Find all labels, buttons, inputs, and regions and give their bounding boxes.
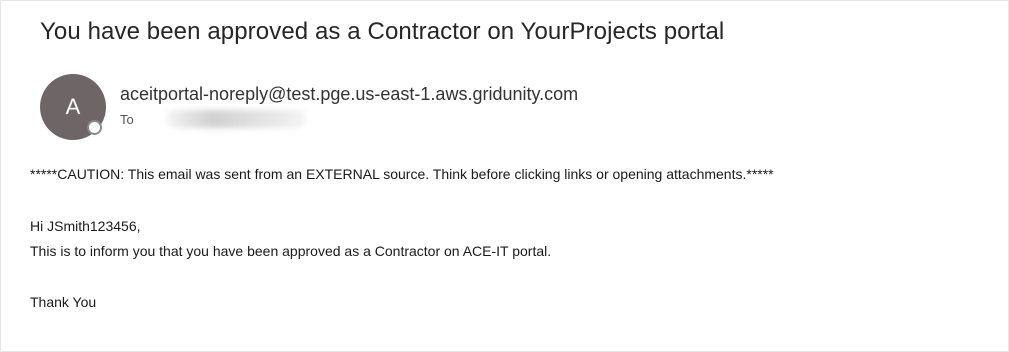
email-subject: You have been approved as a Contractor o… xyxy=(40,18,725,45)
sender-address[interactable]: aceitportal-noreply@test.pge.us-east-1.a… xyxy=(120,84,578,105)
closing-line: Thank You xyxy=(30,294,97,310)
presence-status-icon xyxy=(87,120,102,135)
caution-banner: *****CAUTION: This email was sent from a… xyxy=(30,166,774,182)
message-line: This is to inform you that you have been… xyxy=(30,243,552,259)
recipient-redacted xyxy=(166,110,306,128)
to-label: To xyxy=(120,112,134,127)
greeting-line: Hi JSmith123456, xyxy=(30,218,141,234)
